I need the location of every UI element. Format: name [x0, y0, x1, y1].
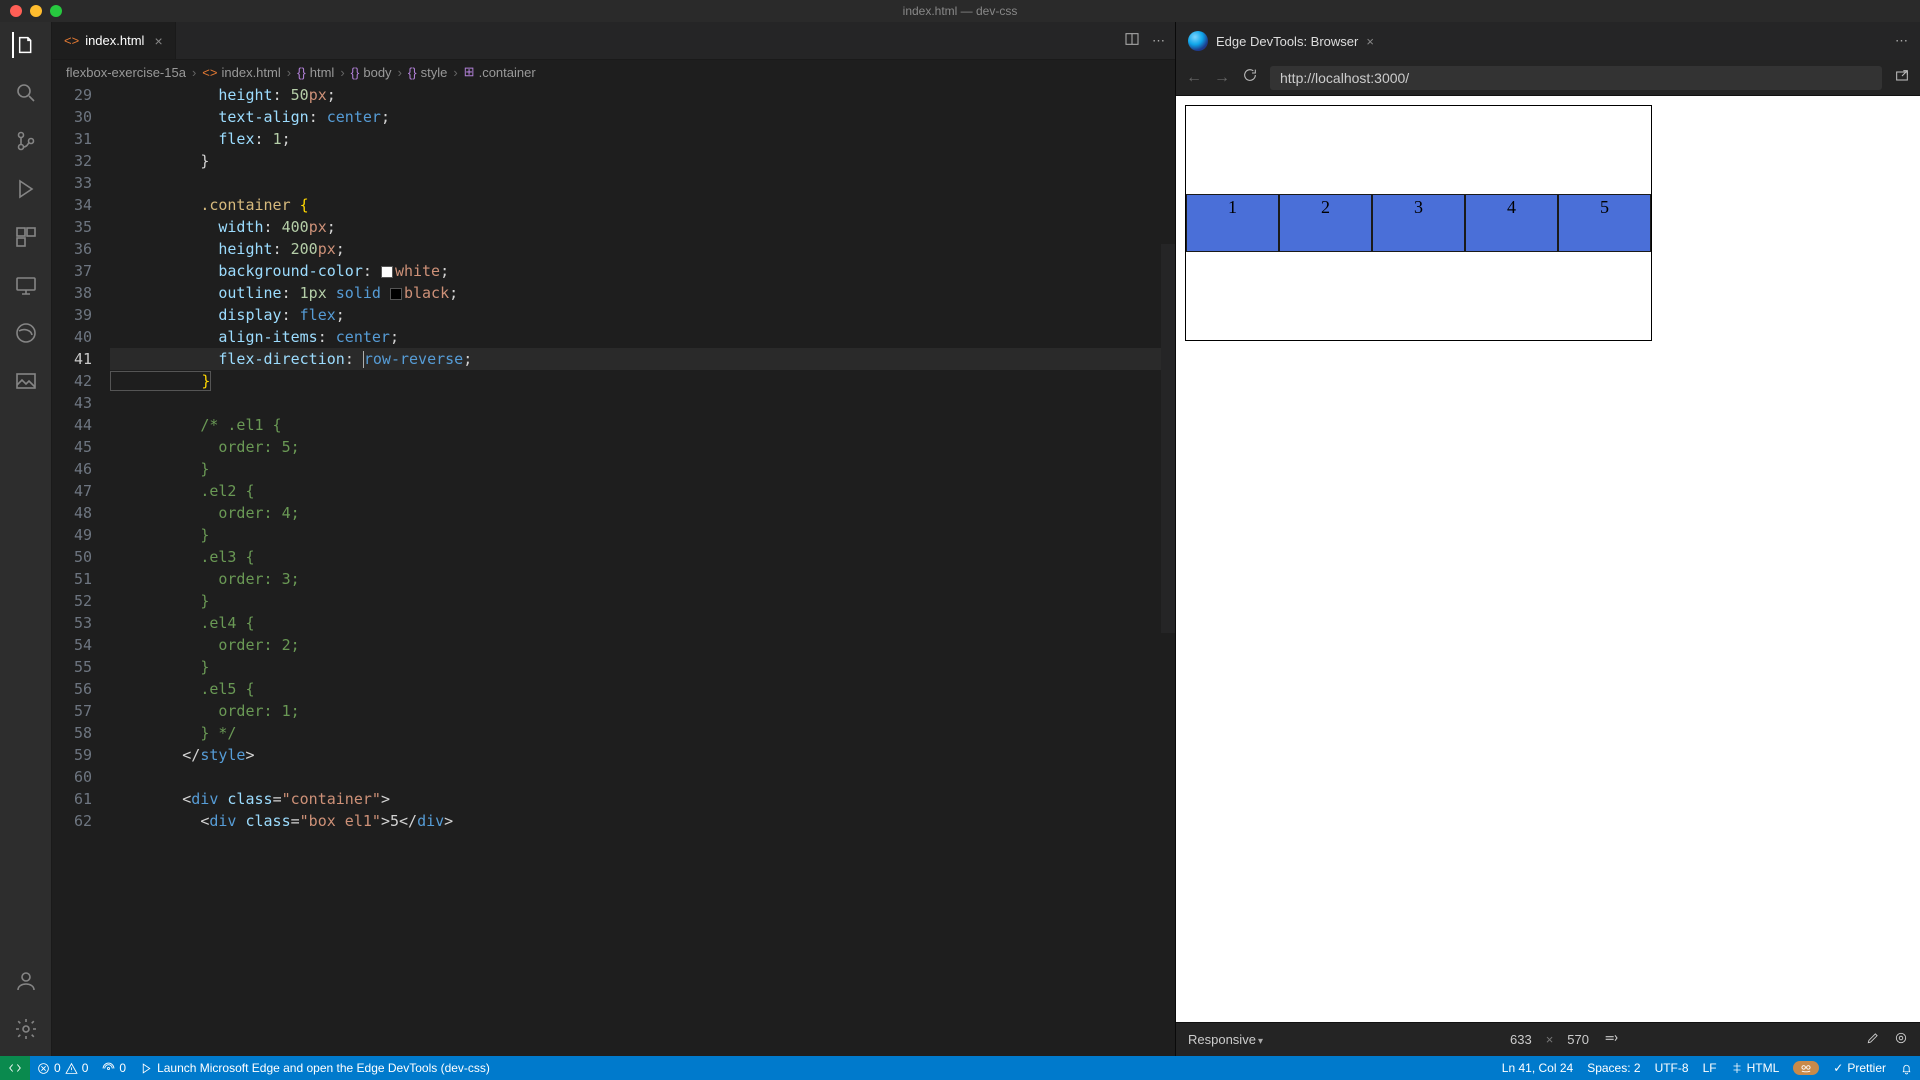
back-icon[interactable]: ←: [1186, 69, 1202, 87]
explorer-icon[interactable]: [12, 32, 38, 58]
preview-box: 1: [1186, 194, 1279, 252]
devtools-toolbar: ← → http://localhost:3000/: [1176, 60, 1920, 96]
cursor-position[interactable]: Ln 41, Col 24: [1495, 1061, 1580, 1075]
run-debug-icon[interactable]: [13, 176, 39, 202]
rotate-icon[interactable]: [1603, 1030, 1619, 1049]
edit-icon[interactable]: [1866, 1031, 1880, 1048]
extensions-icon[interactable]: [13, 224, 39, 250]
breadcrumbs[interactable]: flexbox-exercise-15a›<>index.html›{}html…: [52, 60, 1175, 84]
preview-box: 2: [1279, 194, 1372, 252]
editor-tabs: <> index.html × ⋯: [52, 22, 1175, 60]
close-tab-icon[interactable]: ×: [154, 33, 162, 49]
devtools-tab-label: Edge DevTools: Browser: [1216, 34, 1358, 49]
device-mode-select[interactable]: Responsive▾: [1188, 1032, 1263, 1047]
preview-viewport: 12345: [1176, 96, 1920, 1022]
breadcrumb-item[interactable]: flexbox-exercise-15a: [66, 65, 186, 80]
traffic-lights: [0, 5, 62, 17]
window-title: index.html — dev-css: [903, 4, 1018, 18]
activity-bar: [0, 22, 52, 1056]
remote-explorer-icon[interactable]: [13, 272, 39, 298]
line-gutter: 2930313233343536373839404142434445464748…: [52, 84, 110, 1056]
viewport-width[interactable]: 633: [1510, 1032, 1532, 1047]
source-control-icon[interactable]: [13, 128, 39, 154]
eol-status[interactable]: LF: [1696, 1061, 1724, 1075]
minimap[interactable]: [1161, 244, 1175, 633]
edge-browser-icon: [1188, 31, 1208, 51]
close-window-icon[interactable]: [10, 5, 22, 17]
launch-edge-button[interactable]: Launch Microsoft Edge and open the Edge …: [133, 1061, 497, 1075]
breadcrumb-item[interactable]: {}style: [408, 65, 447, 80]
titlebar: index.html — dev-css: [0, 0, 1920, 22]
statusbar: 0 0 0 Launch Microsoft Edge and open the…: [0, 1056, 1920, 1080]
open-external-icon[interactable]: [1894, 68, 1910, 87]
edge-tools-icon[interactable]: [13, 320, 39, 346]
minimize-window-icon[interactable]: [30, 5, 42, 17]
split-editor-icon[interactable]: [1124, 31, 1140, 50]
tab-label: index.html: [85, 33, 144, 48]
close-devtools-icon[interactable]: ×: [1366, 34, 1374, 49]
dimension-sep: ×: [1546, 1032, 1554, 1047]
search-icon[interactable]: [13, 80, 39, 106]
prettier-status[interactable]: ✓Prettier: [1826, 1061, 1893, 1075]
preview-box: 3: [1372, 194, 1465, 252]
breadcrumb-item[interactable]: ⊞.container: [464, 64, 536, 80]
image-icon[interactable]: [13, 368, 39, 394]
problems-status[interactable]: 0 0: [30, 1061, 95, 1075]
preview-box: 5: [1558, 194, 1651, 252]
screenshot-icon[interactable]: [1894, 1031, 1908, 1048]
reload-icon[interactable]: [1242, 67, 1258, 88]
html-file-icon: <>: [64, 33, 79, 48]
devtools-more-icon[interactable]: ⋯: [1895, 33, 1908, 49]
language-mode[interactable]: HTML: [1724, 1061, 1787, 1075]
account-icon[interactable]: [13, 968, 39, 994]
copilot-status[interactable]: [1786, 1061, 1826, 1075]
forward-icon[interactable]: →: [1214, 69, 1230, 87]
breadcrumb-item[interactable]: {}html: [297, 65, 334, 80]
ports-status[interactable]: 0: [95, 1061, 133, 1075]
devtools-tab[interactable]: Edge DevTools: Browser × ⋯: [1176, 22, 1920, 60]
breadcrumb-item[interactable]: <>index.html: [202, 65, 280, 80]
devtools-bottom-bar: Responsive▾ 633 × 570: [1176, 1022, 1920, 1056]
preview-container: 12345: [1186, 106, 1651, 340]
tab-index-html[interactable]: <> index.html ×: [52, 22, 176, 59]
remote-indicator[interactable]: [0, 1056, 30, 1080]
breadcrumb-item[interactable]: {}body: [351, 65, 392, 80]
indent-status[interactable]: Spaces: 2: [1580, 1061, 1647, 1075]
encoding-status[interactable]: UTF-8: [1648, 1061, 1696, 1075]
notifications-icon[interactable]: [1893, 1061, 1920, 1075]
preview-box: 4: [1465, 194, 1558, 252]
more-actions-icon[interactable]: ⋯: [1152, 33, 1165, 49]
viewport-height[interactable]: 570: [1567, 1032, 1589, 1047]
url-bar[interactable]: http://localhost:3000/: [1270, 66, 1882, 90]
maximize-window-icon[interactable]: [50, 5, 62, 17]
code-editor[interactable]: height: 50px; text-align: center; flex: …: [110, 84, 1161, 1056]
settings-gear-icon[interactable]: [13, 1016, 39, 1042]
